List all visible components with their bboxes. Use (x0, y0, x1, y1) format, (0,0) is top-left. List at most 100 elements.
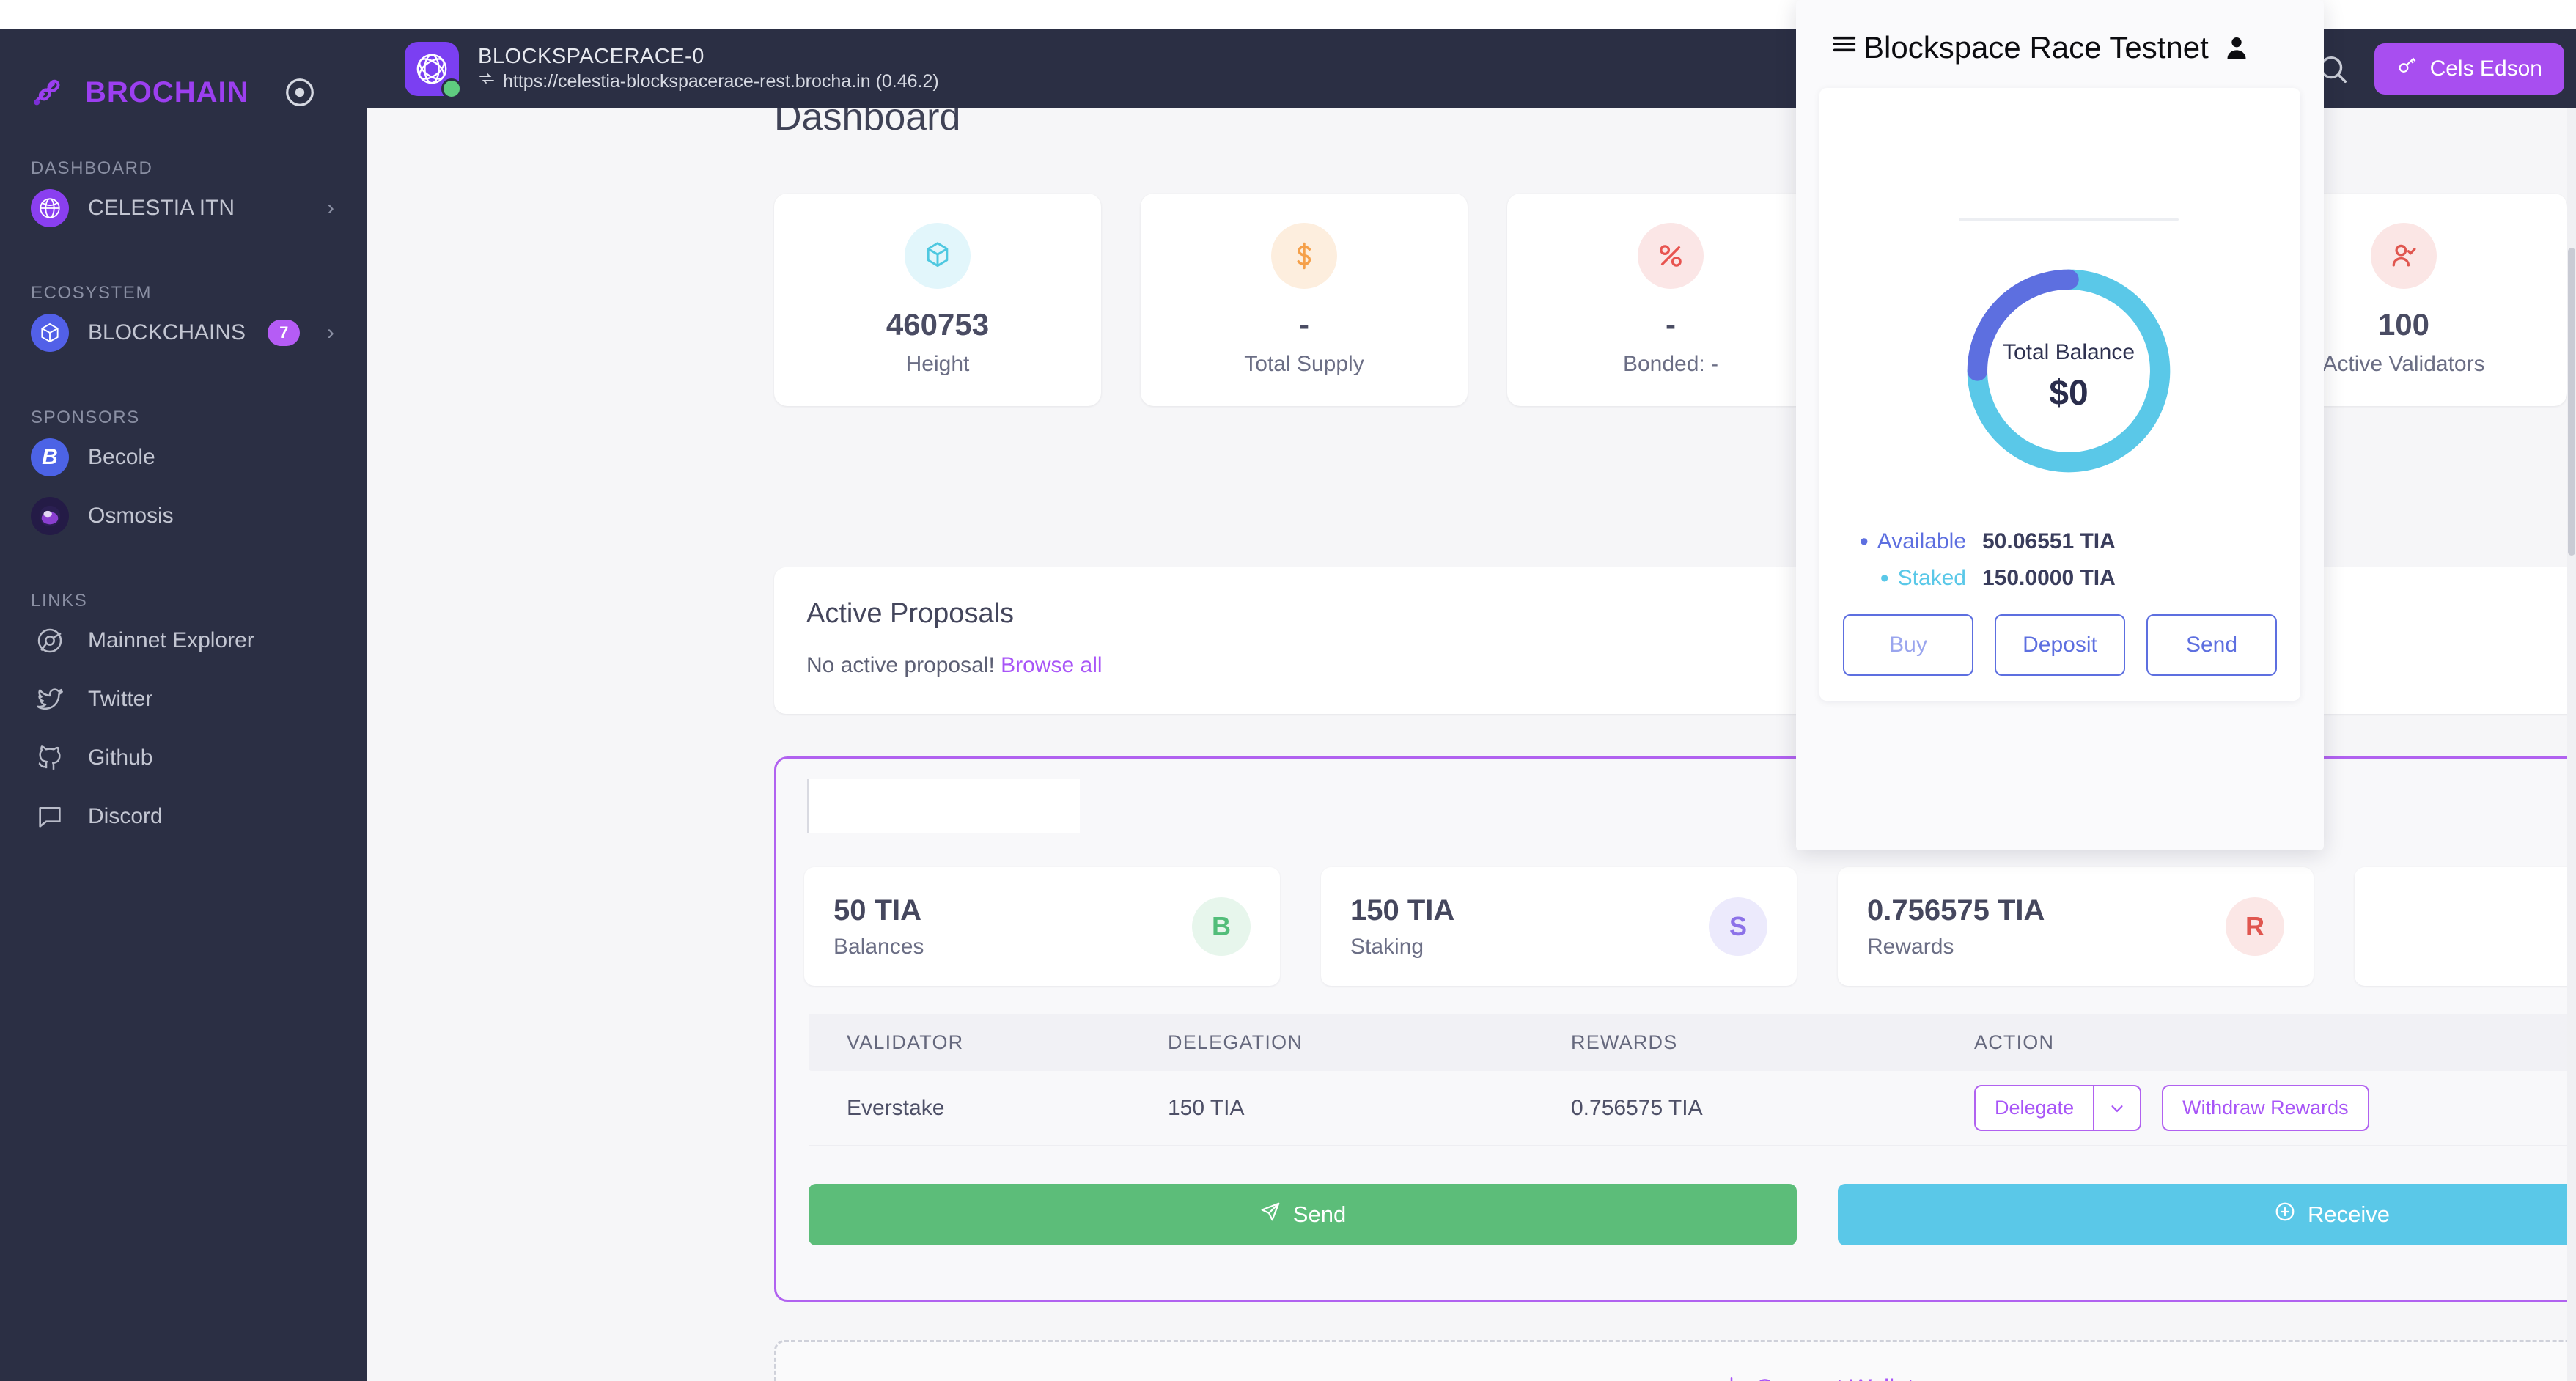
browse-all-link[interactable]: Browse all (1001, 653, 1102, 677)
column-header-action: ACTION (1974, 1031, 2055, 1053)
connect-wallet-label: Connect Wallet (1756, 1374, 1914, 1381)
sidebar-item-osmosis[interactable]: Osmosis (0, 487, 367, 545)
becole-logo-icon: B (31, 438, 69, 476)
proposals-empty-text: No active proposal! (806, 653, 995, 677)
cell-delegation: 150 TIA (1168, 1095, 1245, 1120)
balance-card-staking: 150 TIA Staking S (1321, 867, 1797, 986)
user-name: Cels Edson (2429, 56, 2542, 81)
balance-card-balances: 50 TIA Balances B (804, 867, 1280, 986)
chevron-right-icon: › (327, 196, 334, 220)
stat-card-total-supply: - Total Supply (1141, 194, 1468, 406)
stat-label: Bonded: - (1622, 352, 1719, 377)
popup-action-buttons: Buy Deposit Send (1843, 614, 2277, 676)
sidebar-item-label: CELESTIA ITN (88, 196, 235, 220)
sidebar-item-label: BLOCKCHAINS (88, 320, 246, 345)
connect-wallet-button[interactable]: Connect Wallet (774, 1340, 2576, 1381)
vertical-scrollbar[interactable] (2567, 108, 2576, 1381)
sidebar-item-label: Twitter (88, 687, 153, 711)
target-icon[interactable] (283, 76, 317, 109)
balance-value: 50 TIA (833, 894, 922, 927)
avatar: B (1192, 897, 1251, 956)
discord-icon (31, 798, 69, 836)
balance-cards-row: 50 TIA Balances B 150 TIA Staking S 0.75… (804, 867, 2576, 986)
column-header-delegation: DELEGATION (1168, 1031, 1303, 1053)
donut-center-label: Total Balance (2002, 340, 2135, 364)
legend-available: • Available 50.06551 TIA (1819, 529, 2300, 554)
balance-label: Balances (833, 934, 924, 959)
twitter-icon (31, 680, 69, 718)
sidebar-item-discord[interactable]: Discord (0, 787, 367, 846)
stat-card-bonded: - Bonded: - (1507, 194, 1834, 406)
stat-label: Total Supply (1244, 352, 1364, 377)
user-account-button[interactable]: Cels Edson (2374, 43, 2564, 95)
sidebar-item-mainnet-explorer[interactable]: Mainnet Explorer (0, 611, 367, 670)
sidebar-item-label: Github (88, 745, 153, 770)
deposit-button[interactable]: Deposit (1995, 614, 2125, 676)
stat-value: - (1299, 306, 1309, 342)
chain-selector[interactable]: BLOCKSPACERACE-0 https://celestia-blocks… (367, 42, 939, 99)
avatar: S (1709, 897, 1767, 956)
sidebar-item-celestia-itn[interactable]: CELESTIA ITN › (0, 179, 367, 237)
stat-value: 460753 (886, 306, 990, 342)
hamburger-icon[interactable] (1830, 29, 1859, 66)
globe-icon (31, 189, 69, 227)
column-header-validator: VALIDATOR (847, 1031, 964, 1053)
sidebar-item-blockchains[interactable]: BLOCKCHAINS 7 › (0, 303, 367, 362)
scrollbar-thumb[interactable] (2568, 248, 2575, 556)
cell-rewards: 0.756575 TIA (1571, 1095, 1703, 1120)
column-header-rewards: REWARDS (1571, 1031, 1678, 1053)
brand[interactable]: BROCHAIN (0, 29, 367, 113)
wallet-search-input[interactable] (807, 779, 1080, 833)
legend-label: Staked (1897, 566, 1966, 590)
send-receive-row: Send Receive (809, 1184, 2576, 1245)
validators-table: VALIDATOR DELEGATION REWARDS ACTION Ever… (809, 1014, 2576, 1146)
sidebar: BROCHAIN DASHBOARD CELESTIA ITN › ECOSYS… (0, 29, 367, 1381)
dollar-icon (1271, 222, 1337, 289)
sidebar-item-label: Discord (88, 804, 163, 828)
popup-header: Blockspace Race Testnet (1796, 0, 2324, 66)
donut-center-value: $0 (2049, 374, 2089, 413)
stat-label: Height (905, 352, 970, 377)
delegate-split-button[interactable]: Delegate (1974, 1085, 2142, 1131)
stat-card-height: 460753 Height (774, 194, 1101, 406)
sidebar-item-label: Becole (88, 445, 155, 469)
balance-card-rewards: 0.756575 TIA Rewards R (1838, 867, 2314, 986)
plus-icon (1721, 1374, 1743, 1381)
receive-button-label: Receive (2308, 1201, 2390, 1227)
legend-staked: • Staked 150.0000 TIA (1819, 564, 2300, 592)
buy-button[interactable]: Buy (1843, 614, 1973, 676)
sidebar-item-label: Osmosis (88, 504, 174, 528)
balance-card-unbonding: U (2355, 867, 2576, 986)
popup-send-button[interactable]: Send (2146, 614, 2277, 676)
sidebar-item-twitter[interactable]: Twitter (0, 670, 367, 729)
withdraw-rewards-button[interactable]: Withdraw Rewards (2162, 1085, 2369, 1131)
legend-dot-staked: • (1880, 564, 1889, 592)
delegate-button[interactable]: Delegate (1976, 1086, 2093, 1130)
sidebar-item-github[interactable]: Github (0, 729, 367, 787)
send-button-label: Send (1292, 1201, 1347, 1227)
sidebar-section-dashboard: DASHBOARD (31, 158, 153, 178)
person-icon[interactable] (2222, 33, 2251, 62)
divider (1959, 218, 2179, 221)
sidebar-badge-count: 7 (268, 320, 301, 346)
avatar: R (2226, 897, 2284, 956)
chevron-down-icon[interactable] (2093, 1086, 2140, 1130)
receive-button[interactable]: Receive (1838, 1184, 2576, 1245)
percent-icon (1638, 222, 1704, 289)
paper-plane-icon (1259, 1201, 1281, 1229)
chain-logo (405, 42, 462, 99)
sidebar-section-sponsors: SPONSORS (31, 408, 140, 427)
legend-label: Available (1877, 529, 1966, 553)
sidebar-item-becole[interactable]: B Becole (0, 428, 367, 487)
sidebar-section-links: LINKS (31, 591, 88, 611)
balance-value: 150 TIA (1350, 894, 1455, 927)
brand-name: BROCHAIN (85, 76, 249, 108)
chevron-right-icon: › (327, 320, 334, 345)
send-button[interactable]: Send (809, 1184, 1797, 1245)
stat-label: Active Validators (2322, 352, 2485, 377)
chain-endpoint: https://celestia-blockspacerace-rest.bro… (503, 71, 939, 92)
explorer-icon (31, 622, 69, 660)
brochain-logo-icon (28, 72, 69, 113)
popup-balance-card: Total Balance $0 • Available 50.06551 TI… (1819, 88, 2300, 701)
legend-dot-available: • (1859, 527, 1869, 556)
